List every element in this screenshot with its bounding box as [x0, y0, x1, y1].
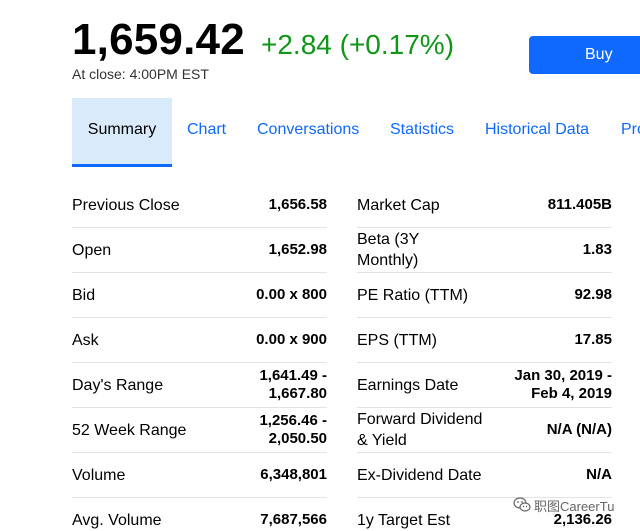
watermark: 职图CareerTu	[513, 494, 614, 516]
table-row: Ask 0.00 x 900	[72, 318, 327, 363]
table-row: Avg. Volume 7,687,566	[72, 498, 327, 531]
table-row: Previous Close 1,656.58	[72, 183, 327, 228]
row-value-eps: 17.85	[574, 331, 612, 348]
quote-tabs: Summary Chart Conversations Statistics H…	[72, 98, 640, 167]
tab-conversations[interactable]: Conversations	[257, 98, 359, 164]
row-value-days-range: 1,641.49 - 1,667.80	[259, 367, 327, 402]
row-value-previous-close: 1,656.58	[268, 196, 327, 213]
row-label-earnings-date: Earnings Date	[357, 376, 459, 394]
row-label-ask: Ask	[72, 331, 99, 349]
row-value-ask: 0.00 x 900	[256, 331, 327, 348]
row-label-eps: EPS (TTM)	[357, 331, 437, 349]
row-label-beta: Beta (3Y Monthly)	[357, 231, 420, 269]
row-value-market-cap: 811.405B	[547, 196, 612, 213]
market-close-time: At close: 4:00PM EST	[72, 66, 209, 82]
table-row: 52 Week Range 1,256.46 - 2,050.50	[72, 408, 327, 453]
table-row: PE Ratio (TTM) 92.98	[357, 273, 612, 318]
table-row: Open 1,652.98	[72, 228, 327, 273]
wechat-icon	[513, 496, 531, 514]
table-row: Day's Range 1,641.49 - 1,667.80	[72, 363, 327, 408]
tab-summary[interactable]: Summary	[72, 98, 172, 167]
row-value-pe-ratio: 92.98	[574, 286, 612, 303]
table-row: EPS (TTM) 17.85	[357, 318, 612, 363]
row-value-52-week-range: 1,256.46 - 2,050.50	[259, 412, 327, 447]
table-row: Market Cap 811.405B	[357, 183, 612, 228]
row-label-volume: Volume	[72, 466, 126, 484]
row-value-bid: 0.00 x 800	[256, 286, 327, 303]
stock-price: 1,659.42	[72, 15, 245, 64]
price-change: +2.84 (+0.17%)	[261, 29, 455, 60]
tab-statistics[interactable]: Statistics	[390, 98, 454, 164]
table-row: Earnings Date Jan 30, 2019 - Feb 4, 2019	[357, 363, 612, 408]
row-value-beta: 1.83	[582, 241, 612, 258]
row-value-forward-dividend: N/A (N/A)	[546, 421, 612, 438]
table-row: Beta (3Y Monthly) 1.83	[357, 228, 612, 273]
row-value-avg-volume: 7,687,566	[260, 511, 327, 528]
tab-chart[interactable]: Chart	[187, 98, 226, 164]
table-row: Ex-Dividend Date N/A	[357, 453, 612, 498]
row-value-volume: 6,348,801	[260, 466, 327, 483]
row-label-1y-target: 1y Target Est	[357, 511, 451, 529]
table-row: Bid 0.00 x 800	[72, 273, 327, 318]
row-label-ex-dividend-date: Ex-Dividend Date	[357, 466, 482, 484]
row-label-open: Open	[72, 241, 112, 259]
row-label-52-week-range: 52 Week Range	[72, 421, 187, 439]
table-row: Forward Dividend & Yield N/A (N/A)	[357, 408, 612, 453]
row-label-forward-dividend: Forward Dividend & Yield	[357, 411, 483, 449]
summary-right-column: Market Cap 811.405B Beta (3Y Monthly) 1.…	[357, 183, 612, 531]
buy-button[interactable]: Buy	[529, 36, 640, 74]
quote-summary-page: 1,659.42 +2.84 (+0.17%) At close: 4:00PM…	[0, 0, 640, 531]
row-label-market-cap: Market Cap	[357, 196, 440, 214]
row-value-open: 1,652.98	[268, 241, 327, 258]
tab-profile[interactable]: Pro	[621, 98, 640, 164]
row-label-days-range: Day's Range	[72, 376, 164, 394]
watermark-text: 职图CareerTu	[534, 498, 615, 514]
row-label-bid: Bid	[72, 286, 96, 304]
row-label-previous-close: Previous Close	[72, 196, 180, 214]
tab-historical-data[interactable]: Historical Data	[485, 98, 589, 164]
summary-left-column: Previous Close 1,656.58 Open 1,652.98 Bi…	[72, 183, 327, 531]
row-label-pe-ratio: PE Ratio (TTM)	[357, 286, 469, 304]
row-label-avg-volume: Avg. Volume	[72, 511, 162, 529]
row-value-ex-dividend-date: N/A	[586, 466, 612, 483]
table-row: Volume 6,348,801	[72, 453, 327, 498]
row-value-earnings-date: Jan 30, 2019 - Feb 4, 2019	[514, 367, 612, 402]
